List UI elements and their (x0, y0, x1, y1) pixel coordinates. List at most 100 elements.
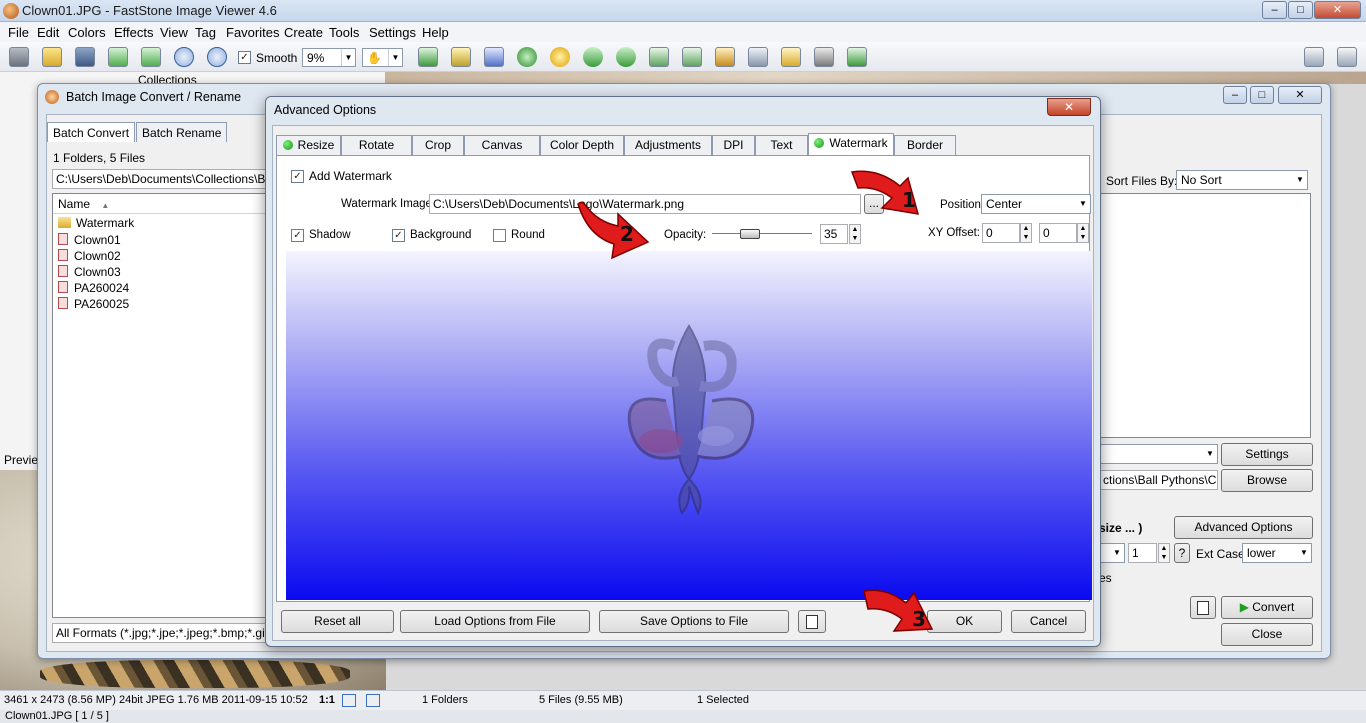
tab-adjustments[interactable]: Adjustments (624, 135, 712, 156)
crop-icon[interactable] (451, 47, 471, 67)
menu-help[interactable]: Help (422, 25, 449, 40)
minimize-button[interactable]: – (1262, 1, 1287, 19)
add-watermark-checkbox[interactable]: ✓ (291, 169, 304, 184)
previous-icon[interactable] (108, 47, 128, 67)
output-folder-field[interactable]: ctions\Ball Pythons\Clov (1099, 470, 1218, 490)
file-list-item[interactable]: Clown03 (53, 264, 266, 280)
tab-crop[interactable]: Crop (412, 135, 464, 156)
tab-color-depth[interactable]: Color Depth (540, 135, 624, 156)
next-icon[interactable] (141, 47, 161, 67)
cancel-button[interactable]: Cancel (1011, 610, 1086, 633)
tab-text[interactable]: Text (755, 135, 808, 156)
save-options-button[interactable]: Save Options to File (599, 610, 789, 633)
menu-settings[interactable]: Settings (369, 25, 416, 40)
tab-rotate[interactable]: Rotate (341, 135, 412, 156)
background-checkbox[interactable]: ✓ (392, 228, 405, 243)
draw-icon[interactable] (748, 47, 768, 67)
camera-icon[interactable] (9, 47, 29, 67)
tab-canvas[interactable]: Canvas (464, 135, 540, 156)
output-file-list[interactable] (1099, 193, 1311, 438)
menu-colors[interactable]: Colors (68, 25, 106, 40)
actual-size-icon[interactable] (366, 694, 380, 707)
preview-page-button[interactable] (798, 610, 826, 633)
round-checkbox[interactable] (493, 228, 506, 243)
tab-watermark[interactable]: Watermark (808, 133, 894, 156)
file-list-item[interactable]: Clown02 (53, 248, 266, 264)
file-list-item[interactable]: Clown01 (53, 232, 266, 248)
close-button[interactable]: ✕ (1314, 1, 1361, 19)
opacity-slider-thumb[interactable] (740, 229, 760, 239)
sort-files-select[interactable]: No Sort ▼ (1176, 170, 1308, 190)
shadow-checkbox[interactable]: ✓ (291, 228, 304, 243)
flip-horizontal-icon[interactable] (649, 47, 669, 67)
load-options-button[interactable]: Load Options from File (400, 610, 590, 633)
opacity-spinner[interactable]: ▲ ▼ (849, 224, 861, 244)
output-format-select[interactable]: ▼ (1099, 444, 1218, 464)
convert-button[interactable]: ▶ Convert (1221, 596, 1313, 619)
resize-icon[interactable] (418, 47, 438, 67)
color-icon[interactable] (484, 47, 504, 67)
x-offset-field[interactable]: 0 (982, 223, 1020, 243)
opacity-slider[interactable] (712, 224, 812, 244)
batch-close-dialog-button[interactable]: Close (1221, 623, 1313, 646)
menu-effects[interactable]: Effects (114, 25, 154, 40)
file-list-item[interactable]: Watermark (53, 214, 266, 232)
file-list-item[interactable]: PA260025 (53, 296, 266, 312)
ratio-button[interactable]: 1:1 (319, 694, 335, 706)
opacity-field[interactable]: 35 (820, 224, 848, 244)
file-format-filter[interactable]: All Formats (*.jpg;*.jpe;*.jpeg;*.bmp;*.… (52, 623, 267, 643)
hand-tool-select[interactable]: ✋ ▼ (362, 48, 403, 67)
zoom-out-icon[interactable] (207, 47, 227, 67)
menu-view[interactable]: View (160, 25, 188, 40)
smooth-checkbox[interactable]: ✓ (238, 50, 251, 65)
advanced-options-button[interactable]: Advanced Options (1174, 516, 1313, 539)
source-path-field[interactable]: C:\Users\Deb\Documents\Collections\Ball … (52, 169, 267, 189)
zoom-select[interactable]: 9% ▼ (302, 48, 356, 67)
batch-minimize-button[interactable]: – (1223, 86, 1247, 104)
start-number-field[interactable]: 1 (1128, 543, 1157, 563)
menu-file[interactable]: File (8, 25, 29, 40)
file-list-item[interactable]: PA260024 (53, 280, 266, 296)
reset-all-button[interactable]: Reset all (281, 610, 394, 633)
advanced-close-button[interactable]: ✕ (1047, 98, 1091, 116)
menu-favorites[interactable]: Favorites (226, 25, 279, 40)
preview-button[interactable] (1190, 596, 1216, 619)
position-select[interactable]: Center ▼ (981, 194, 1091, 214)
start-number-spinner[interactable]: ▲ ▼ (1158, 543, 1170, 563)
x-offset-spinner[interactable]: ▲ ▼ (1020, 223, 1032, 243)
fit-screen-icon[interactable] (847, 47, 867, 67)
zoom-in-icon[interactable] (174, 47, 194, 67)
name-column-header[interactable]: Name ▲ (53, 194, 266, 214)
y-offset-spinner[interactable]: ▲ ▼ (1077, 223, 1089, 243)
tab-dpi[interactable]: DPI (712, 135, 755, 156)
slideshow-icon[interactable] (715, 47, 735, 67)
menu-create[interactable]: Create (284, 25, 323, 40)
email-icon[interactable] (781, 47, 801, 67)
fit-icon[interactable] (342, 694, 356, 707)
print-icon[interactable] (814, 47, 834, 67)
menu-tools[interactable]: Tools (329, 25, 359, 40)
fullscreen-icon[interactable] (1337, 47, 1357, 67)
digits-select[interactable]: ▼ (1099, 543, 1125, 563)
tab-batch-convert[interactable]: Batch Convert (47, 122, 136, 142)
help-button[interactable]: ? (1174, 543, 1190, 563)
tab-resize[interactable]: Resize (276, 135, 341, 156)
menu-edit[interactable]: Edit (37, 25, 59, 40)
layout-icon[interactable] (1304, 47, 1324, 67)
rotate-left-icon[interactable] (583, 47, 603, 67)
flip-vertical-icon[interactable] (682, 47, 702, 67)
batch-maximize-button[interactable]: □ (1250, 86, 1274, 104)
settings-button[interactable]: Settings (1221, 443, 1313, 466)
browse-button[interactable]: Browse (1221, 469, 1313, 492)
ext-case-select[interactable]: lower ▼ (1242, 543, 1312, 563)
tab-border[interactable]: Border (894, 135, 956, 156)
maximize-button[interactable]: □ (1288, 1, 1313, 19)
open-folder-icon[interactable] (42, 47, 62, 67)
y-offset-field[interactable]: 0 (1039, 223, 1077, 243)
batch-close-button[interactable]: ✕ (1278, 86, 1322, 104)
rotate-right-icon[interactable] (616, 47, 636, 67)
person-icon[interactable] (517, 47, 537, 67)
tab-batch-rename[interactable]: Batch Rename (136, 122, 228, 142)
save-icon[interactable] (75, 47, 95, 67)
menu-tag[interactable]: Tag (195, 25, 216, 40)
